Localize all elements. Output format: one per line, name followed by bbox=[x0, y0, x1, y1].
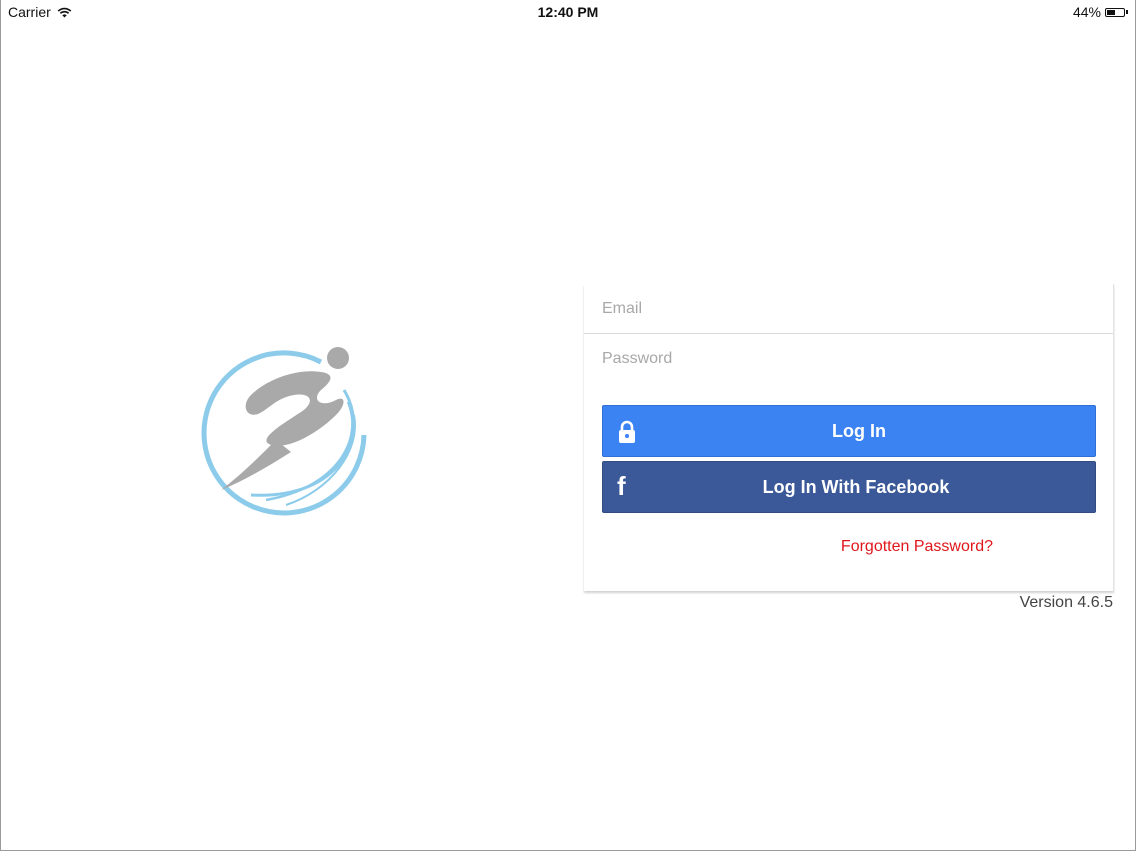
battery-fill bbox=[1107, 9, 1115, 15]
forgot-password-link[interactable]: Forgotten Password? bbox=[584, 538, 993, 556]
facebook-login-button[interactable]: f Log In With Facebook bbox=[602, 461, 1096, 513]
clock: 12:40 PM bbox=[537, 4, 599, 20]
version-label: Version 4.6.5 bbox=[1019, 594, 1113, 611]
lock-icon bbox=[619, 420, 635, 443]
battery-percent: 44% bbox=[1072, 4, 1101, 20]
app-logo bbox=[201, 347, 367, 516]
status-bar: Carrier 12:40 PM 44% bbox=[0, 0, 1136, 24]
battery-icon bbox=[1105, 7, 1125, 17]
battery-tip bbox=[1126, 10, 1128, 14]
login-button-label: Log In bbox=[832, 420, 886, 441]
facebook-icon: f bbox=[617, 471, 626, 501]
email-field[interactable] bbox=[584, 284, 1113, 334]
password-field[interactable] bbox=[584, 334, 1113, 384]
login-button[interactable]: Log In bbox=[602, 405, 1096, 457]
login-card: Log In f Log In With Facebook Forgotten … bbox=[584, 284, 1114, 591]
battery-indicator: 44% bbox=[1073, 4, 1128, 20]
facebook-button-label: Log In With Facebook bbox=[762, 476, 950, 497]
